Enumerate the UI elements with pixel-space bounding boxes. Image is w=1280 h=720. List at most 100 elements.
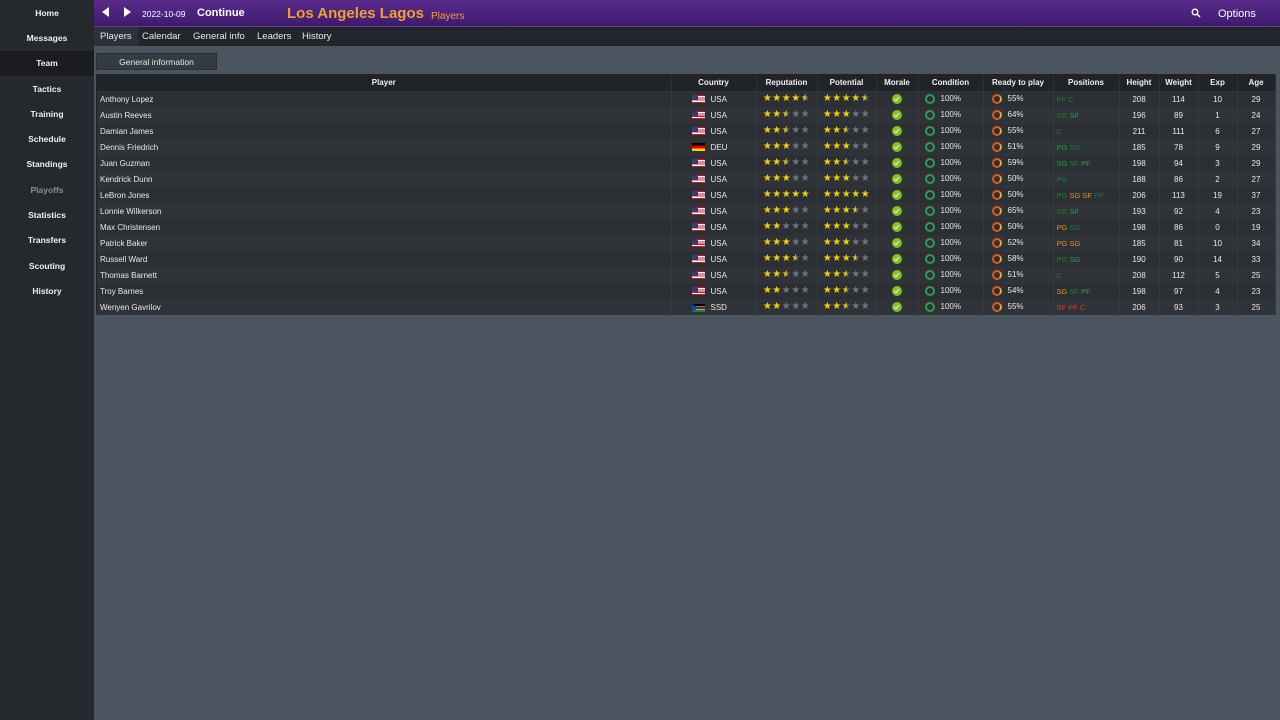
star-empty-icon: ★	[860, 141, 871, 152]
position-tag: SG	[1069, 238, 1081, 248]
height-value: 188	[1119, 170, 1160, 187]
country-code: USA	[710, 206, 727, 216]
table-row[interactable]: Max Christensen USA ★★★★★ ★★★★★ 100% 50% PG SG…	[97, 218, 1276, 235]
tab-leaders[interactable]: Leaders	[251, 27, 297, 46]
sidebar-item-scouting[interactable]: Scouting	[0, 253, 94, 278]
height-value: 190	[1119, 250, 1160, 267]
player-name[interactable]: Dennis Friedrich	[97, 138, 672, 155]
table-row[interactable]: Lonnie Wilkerson USA ★★★★★ ★★★★★ 100% 65% SG S…	[97, 202, 1276, 219]
options-menu[interactable]: Options	[1218, 8, 1256, 20]
column-header-country[interactable]: Country	[671, 75, 757, 91]
tab-calendar[interactable]: Calendar	[136, 27, 187, 46]
star-full-icon: ★	[762, 301, 773, 313]
table-row[interactable]: Troy Barnes USA ★★★★★ ★★★★★ 100% 54% SG SF PF 1…	[97, 282, 1276, 299]
star-full-icon: ★	[762, 189, 773, 200]
height-value: 206	[1119, 298, 1160, 315]
morale-cell	[876, 138, 919, 155]
continue-button[interactable]: Continue	[197, 7, 245, 19]
player-name[interactable]: Wenyen Gavrilov	[97, 298, 672, 315]
sidebar-item-messages[interactable]: Messages	[0, 25, 94, 50]
star-empty-icon: ★	[800, 205, 811, 216]
table-row[interactable]: Austin Reeves USA ★★★★★ ★★★★★ 100% 64% SG SF 19…	[97, 106, 1276, 123]
height-value: 198	[1119, 154, 1160, 171]
star-half-icon: ★	[781, 125, 792, 136]
general-information-button[interactable]: General information	[96, 53, 217, 70]
condition-value: 100%	[940, 302, 961, 312]
table-row[interactable]: LeBron Jones USA ★★★★★ ★★★★★ 100% 50% PG SG SF…	[97, 186, 1276, 203]
player-name[interactable]: Thomas Barnett	[97, 266, 672, 283]
table-row[interactable]: Anthony Lopez USA ★★★★★ ★★★★★ 100% 55% PF C 208…	[97, 90, 1276, 107]
sidebar-item-schedule[interactable]: Schedule	[0, 126, 94, 151]
star-empty-icon: ★	[800, 141, 811, 152]
player-name[interactable]: Russell Ward	[97, 250, 672, 267]
star-half-icon: ★	[791, 253, 801, 264]
column-header-morale[interactable]: Morale	[876, 75, 919, 91]
column-header-condition[interactable]: Condition	[918, 75, 984, 91]
ready-cell: 59%	[983, 154, 1054, 171]
player-name[interactable]: Damian James	[97, 122, 672, 139]
condition-cell: 100%	[918, 186, 984, 203]
player-name[interactable]: Austin Reeves	[97, 106, 672, 123]
sidebar-item-standings[interactable]: Standings	[0, 152, 94, 177]
star-full-icon: ★	[832, 141, 842, 152]
country-cell: DEU	[671, 138, 757, 155]
table-row[interactable]: Patrick Baker USA ★★★★★ ★★★★★ 100% 52% PG SG 18…	[97, 234, 1276, 251]
table-row[interactable]: Russell Ward USA ★★★★★ ★★★★★ 100% 58% PG SG 190…	[97, 250, 1276, 267]
table-row[interactable]: Kendrick Dunn USA ★★★★★ ★★★★★ 100% 50% PG 188 86…	[97, 170, 1276, 187]
column-header-potential[interactable]: Potential	[817, 75, 877, 91]
position-tag: PF	[1081, 286, 1091, 296]
position-tag: PF	[1056, 94, 1067, 104]
player-name[interactable]: Patrick Baker	[97, 234, 672, 251]
back-arrow-icon[interactable]	[102, 7, 109, 17]
tab-general-info[interactable]: General info	[187, 27, 251, 46]
player-name[interactable]: Lonnie Wilkerson	[97, 202, 672, 219]
column-header-age[interactable]: Age	[1237, 75, 1276, 91]
tab-players[interactable]: Players	[94, 27, 138, 46]
sidebar-item-history[interactable]: History	[0, 278, 94, 303]
table-row[interactable]: Juan Guzman USA ★★★★★ ★★★★★ 100% 59% SG SF PF 1…	[97, 154, 1276, 171]
search-icon[interactable]	[1191, 8, 1201, 18]
sidebar-item-transfers[interactable]: Transfers	[0, 228, 94, 253]
star-full-icon: ★	[832, 269, 842, 280]
player-name[interactable]: Juan Guzman	[97, 154, 672, 171]
page-title: Los Angeles Lagos	[287, 5, 424, 22]
star-full-icon: ★	[781, 141, 792, 152]
exp-value: 10	[1198, 234, 1238, 251]
player-name[interactable]: Anthony Lopez	[97, 90, 672, 107]
column-header-player[interactable]: Player	[97, 75, 672, 91]
tab-history[interactable]: History	[296, 27, 338, 46]
current-date: 2022-10-09	[142, 9, 186, 19]
table-row[interactable]: Dennis Friedrich DEU ★★★★★ ★★★★★ 100% 51% PG S…	[97, 138, 1276, 155]
ready-cell: 65%	[983, 202, 1054, 219]
sidebar-item-home[interactable]: Home	[0, 0, 94, 25]
column-header-exp[interactable]: Exp	[1198, 75, 1238, 91]
column-header-ready-to-play[interactable]: Ready to play	[983, 75, 1054, 91]
table-row[interactable]: Thomas Barnett USA ★★★★★ ★★★★★ 100% 51% C 208 11…	[97, 266, 1276, 283]
column-header-positions[interactable]: Positions	[1053, 75, 1120, 91]
player-name[interactable]: Troy Barnes	[97, 282, 672, 299]
flag-icon	[691, 111, 705, 120]
potential-stars: ★★★★★	[817, 122, 877, 139]
table-row[interactable]: Damian James USA ★★★★★ ★★★★★ 100% 55% C 211 111 6…	[97, 122, 1276, 139]
position-tag: SG	[1069, 190, 1081, 200]
player-name[interactable]: LeBron Jones	[97, 186, 672, 203]
potential-stars: ★★★★★	[817, 282, 877, 299]
column-header-height[interactable]: Height	[1119, 75, 1160, 91]
sidebar-item-training[interactable]: Training	[0, 101, 94, 126]
column-header-reputation[interactable]: Reputation	[756, 75, 818, 91]
forward-arrow-icon[interactable]	[124, 7, 131, 17]
positions-cell: PF C	[1053, 90, 1120, 107]
sidebar-item-statistics[interactable]: Statistics	[0, 202, 94, 227]
ready-value: 54%	[1007, 286, 1024, 296]
star-half-icon: ★	[800, 93, 811, 104]
condition-ring-icon	[924, 222, 935, 232]
table-row[interactable]: Wenyen Gavrilov SSD ★★★★★ ★★★★★ 100% 55% SF PF…	[97, 298, 1276, 315]
star-full-icon: ★	[841, 93, 852, 104]
column-header-weight[interactable]: Weight	[1159, 75, 1199, 91]
sidebar-item-team[interactable]: Team	[0, 50, 94, 76]
sidebar-item-tactics[interactable]: Tactics	[0, 76, 94, 101]
country-code: USA	[710, 110, 727, 120]
condition-ring-icon	[924, 158, 935, 168]
player-name[interactable]: Kendrick Dunn	[97, 170, 672, 187]
player-name[interactable]: Max Christensen	[97, 218, 672, 235]
